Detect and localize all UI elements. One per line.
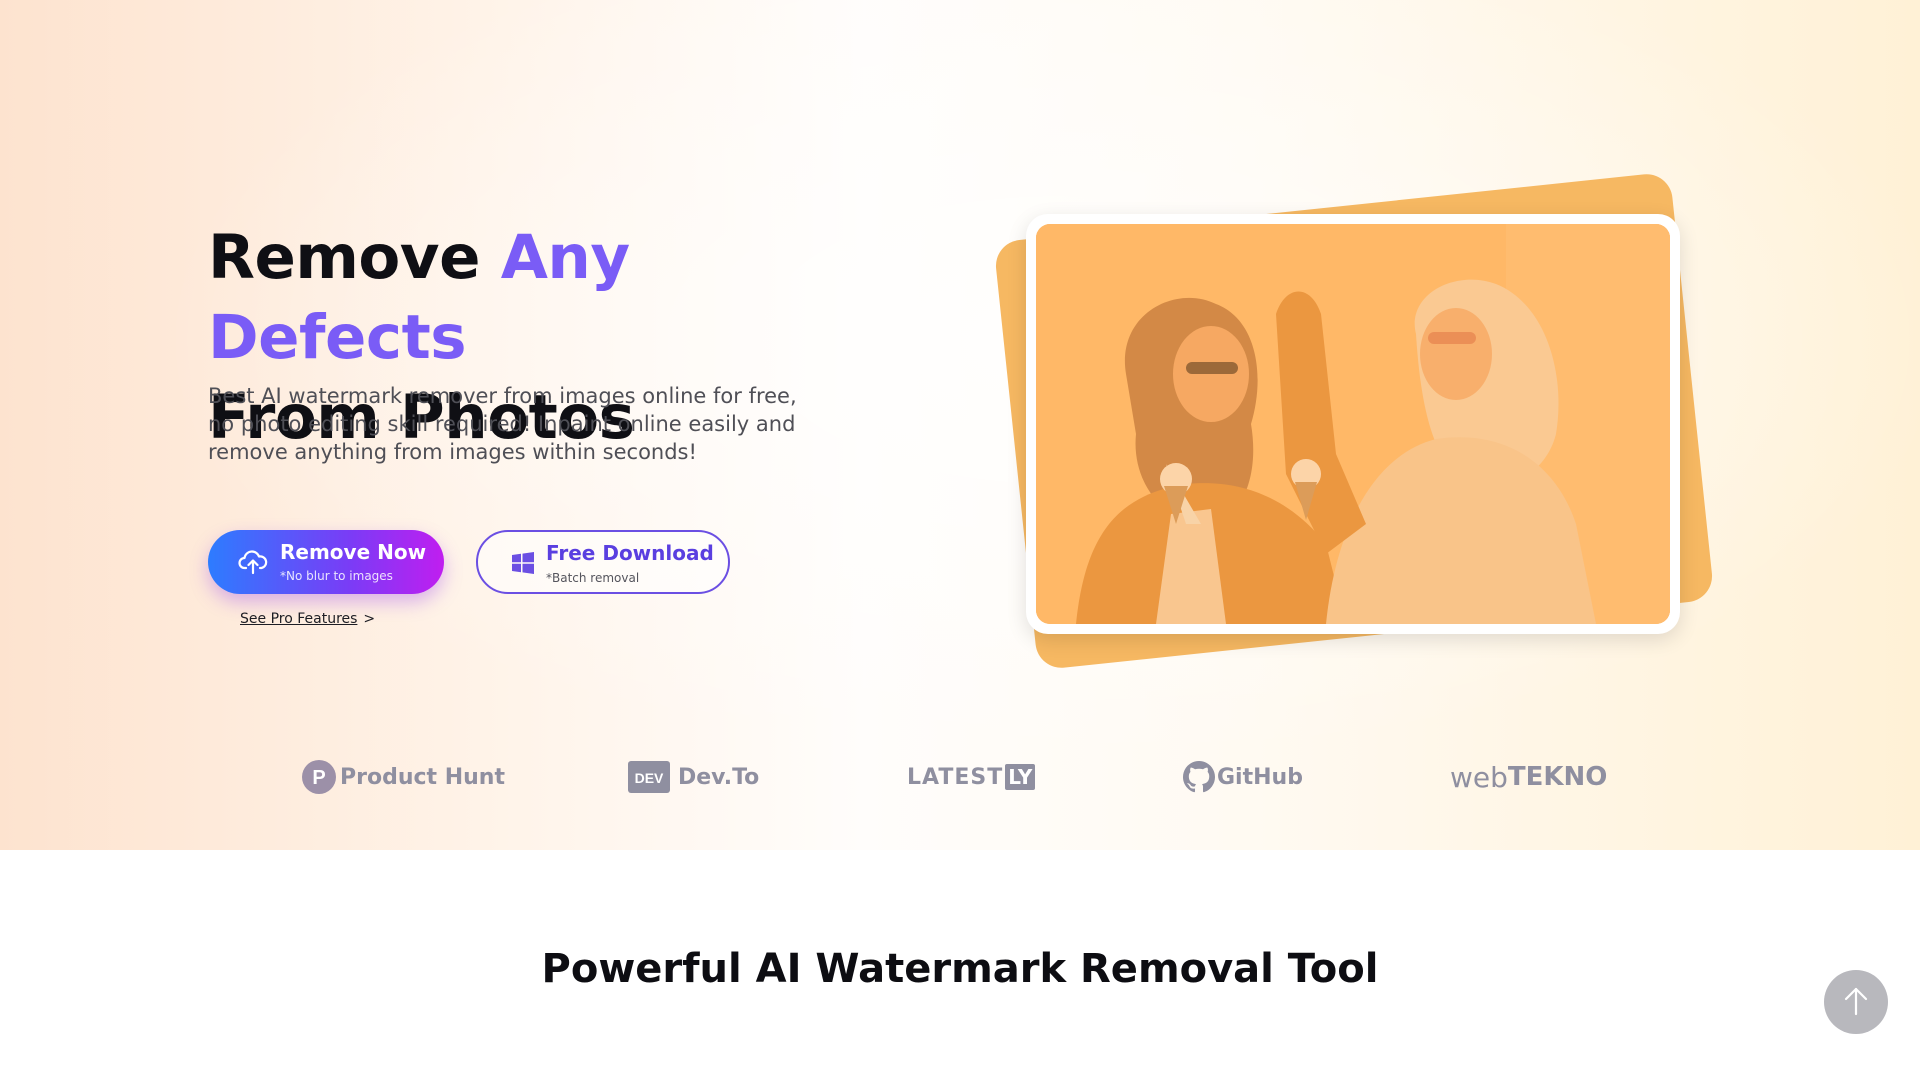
webtekno-logo: web TEKNO bbox=[1450, 756, 1607, 798]
github-name: GitHub bbox=[1217, 764, 1303, 790]
free-download-label: Free Download bbox=[546, 541, 714, 565]
cloud-upload-icon bbox=[238, 550, 268, 575]
dev-to-name: Dev.To bbox=[678, 764, 760, 790]
product-hunt-badge-icon: P bbox=[302, 760, 336, 794]
github-logo: GitHub bbox=[1183, 756, 1303, 798]
section-title: Powerful AI Watermark Removal Tool bbox=[541, 946, 1379, 992]
chevron-right-icon: > bbox=[363, 611, 376, 627]
arrow-up-icon bbox=[1844, 987, 1868, 1016]
hero-photo bbox=[1036, 224, 1670, 624]
remove-now-sublabel: *No blur to images bbox=[280, 569, 393, 583]
see-pro-features-link[interactable]: See Pro Features > bbox=[240, 611, 375, 627]
hero-image-stack bbox=[990, 170, 1720, 680]
webtekno-name-accent: TEKNO bbox=[1507, 762, 1608, 792]
hero-description: Best AI watermark remover from images on… bbox=[208, 384, 797, 464]
latestly-name: LATEST bbox=[907, 764, 1004, 790]
pro-link-label: See Pro Features bbox=[240, 611, 358, 627]
webtekno-name-plain: web bbox=[1450, 760, 1508, 794]
latestly-logo: LATEST LY bbox=[907, 756, 1036, 798]
remove-now-label: Remove Now bbox=[280, 540, 427, 564]
product-hunt-badge: P bbox=[312, 767, 325, 789]
dev-badge-icon: DEV bbox=[628, 761, 670, 793]
remove-now-button[interactable]: Remove Now *No blur to images bbox=[208, 530, 444, 594]
latestly-badge: LY bbox=[1005, 764, 1036, 790]
free-download-sublabel: *Batch removal bbox=[546, 571, 640, 585]
featured-logos-row: P Product Hunt DEV Dev.To LATEST LY GitH… bbox=[0, 750, 1920, 804]
dev-to-logo: DEV Dev.To bbox=[628, 756, 759, 798]
product-hunt-name: Product Hunt bbox=[340, 764, 505, 790]
windows-icon bbox=[512, 552, 534, 574]
dev-badge: DEV bbox=[635, 770, 664, 786]
women-with-ice-cream-illustration bbox=[1036, 224, 1670, 624]
hero-section: Remove Any Defects From Photos Best AI w… bbox=[0, 0, 1920, 850]
scroll-to-top-button[interactable] bbox=[1824, 970, 1888, 1034]
headline-plain: Remove bbox=[208, 222, 501, 293]
free-download-button[interactable]: Free Download *Batch removal bbox=[476, 530, 730, 594]
photo-frame bbox=[1026, 214, 1680, 634]
product-hunt-logo: P Product Hunt bbox=[302, 756, 505, 798]
github-icon bbox=[1183, 761, 1215, 793]
